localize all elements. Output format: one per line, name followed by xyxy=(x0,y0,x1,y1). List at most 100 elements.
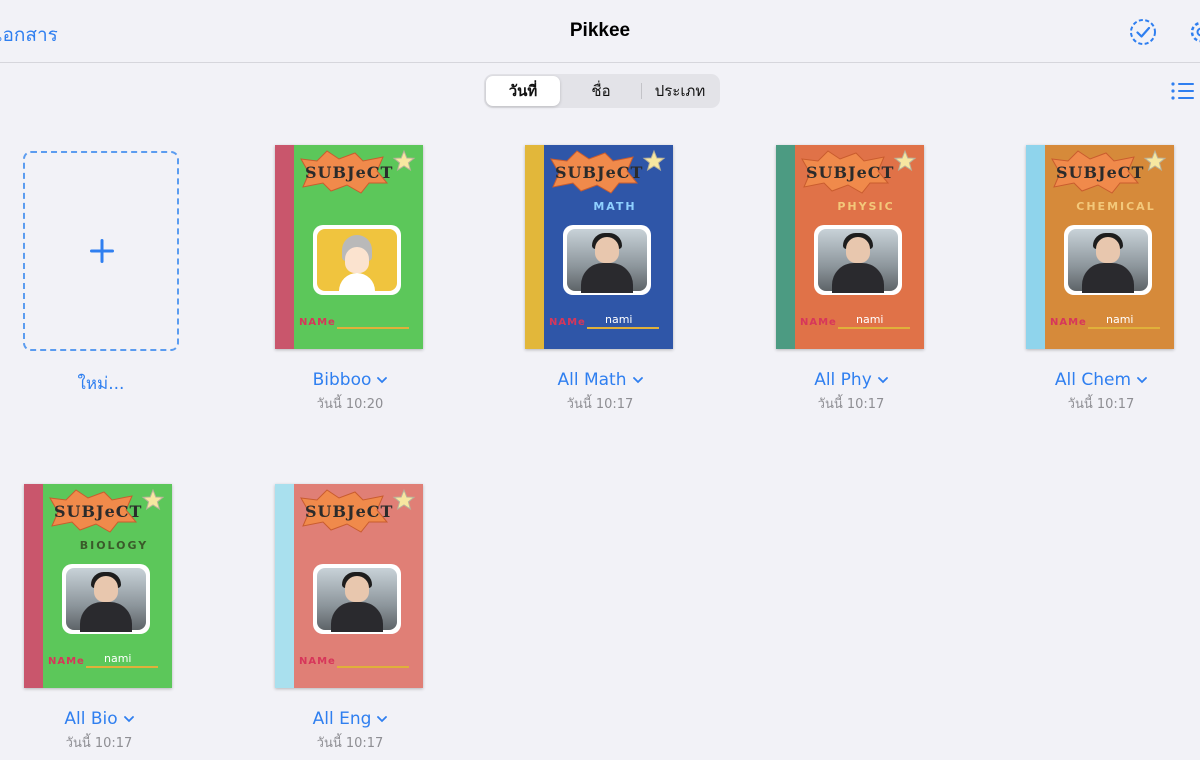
cover-name-label: NAMe xyxy=(549,317,586,328)
settings-gear-icon[interactable] xyxy=(1188,18,1200,46)
person-face xyxy=(1096,237,1120,263)
star-badge-icon xyxy=(141,488,165,511)
list-view-icon[interactable] xyxy=(1170,80,1194,102)
document-title: Bibboo xyxy=(312,370,372,390)
document-title: All Eng xyxy=(312,709,372,729)
cover-photo xyxy=(563,225,651,295)
person-body xyxy=(832,263,884,293)
chevron-down-icon xyxy=(877,377,888,384)
person-body xyxy=(1082,263,1134,293)
person-face xyxy=(595,237,619,263)
chevron-down-icon xyxy=(1137,377,1147,384)
cover-name-label: NAMe xyxy=(48,656,85,667)
cartoon-face xyxy=(345,247,369,273)
document-title-button[interactable]: All Phy xyxy=(746,370,956,390)
navigation-bar: เอกสาร Pikkee xyxy=(0,0,1200,63)
cover-spine xyxy=(776,145,795,349)
chevron-down-icon xyxy=(377,716,388,723)
cover-name-underline xyxy=(1088,327,1160,329)
cover-name-label: NAMe xyxy=(299,656,336,667)
cover-name-underline xyxy=(838,327,910,329)
document-cover-thumbnail[interactable]: SUBJeCT BIOLOGY NAMe nami xyxy=(24,484,172,688)
cover-name-underline xyxy=(337,666,409,668)
cover-subject-text: SUBJeCT xyxy=(54,502,143,521)
cover-name-value: nami xyxy=(1106,313,1134,326)
cover-subject-text: SUBJeCT xyxy=(1056,163,1145,182)
person-face xyxy=(94,576,118,602)
cover-spine xyxy=(24,484,43,688)
cover-name-underline xyxy=(337,327,409,329)
cover-subject-text: SUBJeCT xyxy=(555,163,644,182)
document-modified-date: วันนี้ 10:17 xyxy=(65,736,133,751)
new-document-tile[interactable] xyxy=(23,151,179,351)
person-body xyxy=(331,602,383,632)
star-badge-icon xyxy=(392,149,416,172)
chevron-down-icon xyxy=(123,716,134,723)
cover-name-label: NAMe xyxy=(299,317,336,328)
new-document-label[interactable]: ใหม่... xyxy=(23,370,179,397)
cover-photo xyxy=(313,564,401,634)
document-item: SUBJeCT PHYSIC NAMe nami xyxy=(776,145,928,351)
sort-tab-name[interactable]: ชื่อ xyxy=(562,76,640,106)
document-item: SUBJeCT MATH NAMe nami xyxy=(525,145,677,351)
document-title-button[interactable]: Bibboo xyxy=(245,370,455,390)
cover-subject-text: SUBJeCT xyxy=(305,163,394,182)
cover-spine xyxy=(275,145,294,349)
sort-tab-type[interactable]: ประเภท xyxy=(642,76,718,106)
document-title: All Bio xyxy=(64,709,118,729)
page-title: Pikkee xyxy=(569,20,631,41)
select-checkmark-icon[interactable] xyxy=(1129,18,1157,46)
sort-segmented-control: วันที่ ชื่อ ประเภท xyxy=(484,74,720,108)
document-title-button[interactable]: All Chem xyxy=(996,370,1200,390)
document-title: All Phy xyxy=(814,370,872,390)
chevron-down-icon xyxy=(632,377,643,384)
document-modified-date: วันนี้ 10:17 xyxy=(1067,397,1135,412)
cover-name-value: nami xyxy=(104,652,132,665)
cover-photo xyxy=(1064,225,1152,295)
cover-spine xyxy=(275,484,294,688)
star-badge-icon xyxy=(392,488,416,511)
cover-photo xyxy=(814,225,902,295)
cover-photo xyxy=(62,564,150,634)
cover-subject-text: SUBJeCT xyxy=(806,163,895,182)
document-cover-thumbnail[interactable]: SUBJeCT NAMe xyxy=(275,484,423,688)
cover-name-underline xyxy=(86,666,158,668)
cover-name-value: nami xyxy=(605,313,633,326)
document-cover-thumbnail[interactable]: SUBJeCT PHYSIC NAMe nami xyxy=(776,145,924,349)
cover-name-underline xyxy=(587,327,659,329)
document-title-button[interactable]: All Eng xyxy=(245,709,455,729)
cover-name-value: nami xyxy=(856,313,884,326)
cover-subject-subtitle: PHYSIC xyxy=(837,200,895,213)
person-face xyxy=(345,576,369,602)
cover-spine xyxy=(525,145,544,349)
document-cover-thumbnail[interactable]: SUBJeCT CHEMICAL NAMe nami xyxy=(1026,145,1174,349)
document-item: SUBJeCT NAMe xyxy=(275,145,427,351)
person-face xyxy=(846,237,870,263)
document-item: SUBJeCT NAMe xyxy=(275,484,427,690)
document-modified-date: วันนี้ 10:20 xyxy=(316,397,384,412)
document-title: All Chem xyxy=(1054,370,1132,390)
star-badge-icon xyxy=(642,149,666,172)
document-cover-thumbnail[interactable]: SUBJeCT MATH NAMe nami xyxy=(525,145,673,349)
person-body xyxy=(581,263,633,293)
cover-photo xyxy=(313,225,401,295)
cover-spine xyxy=(1026,145,1045,349)
document-title-button[interactable]: All Bio xyxy=(0,709,204,729)
cover-name-label: NAMe xyxy=(800,317,837,328)
cover-subject-subtitle: MATH xyxy=(593,200,637,213)
cover-name-label: NAMe xyxy=(1050,317,1087,328)
person-body xyxy=(80,602,132,632)
star-badge-icon xyxy=(893,149,917,172)
document-cover-thumbnail[interactable]: SUBJeCT NAMe xyxy=(275,145,423,349)
document-item: SUBJeCT BIOLOGY NAMe nami xyxy=(24,484,176,690)
cover-subject-subtitle: BIOLOGY xyxy=(79,539,149,552)
document-modified-date: วันนี้ 10:17 xyxy=(316,736,384,751)
document-title: All Math xyxy=(557,370,627,390)
star-badge-icon xyxy=(1143,149,1167,172)
chevron-down-icon xyxy=(377,377,388,384)
document-title-button[interactable]: All Math xyxy=(495,370,705,390)
cover-subject-subtitle: CHEMICAL xyxy=(1076,200,1156,213)
sort-tab-date[interactable]: วันที่ xyxy=(486,76,560,106)
cover-subject-text: SUBJeCT xyxy=(305,502,394,521)
document-item: SUBJeCT CHEMICAL NAMe nami xyxy=(1026,145,1178,351)
